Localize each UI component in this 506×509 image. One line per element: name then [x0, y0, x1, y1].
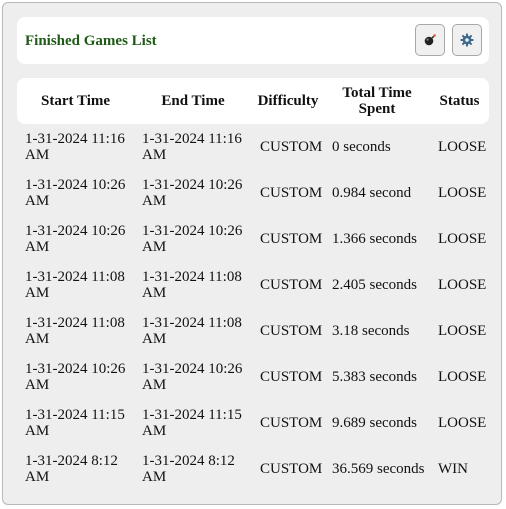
- difficulty-cell: CUSTOM: [260, 139, 323, 155]
- total-time-cell: 0 seconds: [332, 139, 391, 155]
- status-cell: LOOSE: [438, 323, 487, 339]
- column-header-status: Status: [439, 93, 480, 109]
- start-time-cell: 1-31-2024 11:15 AM: [25, 407, 125, 439]
- start-time-cell: 1-31-2024 10:26 AM: [25, 223, 126, 255]
- table-row: 1-31-2024 11:08 AM 1-31-2024 11:08 AM CU…: [17, 262, 489, 308]
- column-header-total-time: Total Time Spent: [342, 85, 412, 117]
- table-row: 1-31-2024 8:12 AM 1-31-2024 8:12 AM CUST…: [17, 446, 489, 492]
- end-time-cell: 1-31-2024 10:26 AM: [142, 361, 243, 393]
- status-cell: LOOSE: [438, 185, 487, 201]
- status-cell: LOOSE: [438, 415, 487, 431]
- finished-games-panel: Finished Games List Start Time End Time …: [2, 2, 502, 505]
- end-time-cell: 1-31-2024 11:08 AM: [142, 315, 242, 347]
- bomb-button[interactable]: [415, 24, 445, 56]
- end-time-cell: 1-31-2024 10:26 AM: [142, 223, 243, 255]
- table-row: 1-31-2024 10:26 AM 1-31-2024 10:26 AM CU…: [17, 170, 489, 216]
- total-time-cell: 9.689 seconds: [332, 415, 417, 431]
- total-time-cell: 36.569 seconds: [332, 461, 425, 477]
- status-cell: WIN: [438, 461, 468, 477]
- table-row: 1-31-2024 11:16 AM 1-31-2024 11:16 AM CU…: [17, 124, 489, 170]
- column-header-difficulty: Difficulty: [257, 93, 319, 109]
- status-cell: LOOSE: [438, 139, 487, 155]
- status-cell: LOOSE: [438, 369, 487, 385]
- status-cell: LOOSE: [438, 277, 487, 293]
- total-time-cell: 3.18 seconds: [332, 323, 410, 339]
- column-header-start-time: Start Time: [40, 93, 111, 109]
- bomb-icon: [424, 34, 436, 46]
- difficulty-cell: CUSTOM: [260, 323, 323, 339]
- start-time-cell: 1-31-2024 11:16 AM: [25, 131, 125, 163]
- table-row: 1-31-2024 10:26 AM 1-31-2024 10:26 AM CU…: [17, 216, 489, 262]
- end-time-cell: 1-31-2024 8:12 AM: [142, 453, 235, 485]
- settings-button[interactable]: [452, 24, 482, 56]
- start-time-cell: 1-31-2024 8:12 AM: [25, 453, 118, 485]
- start-time-cell: 1-31-2024 11:08 AM: [25, 315, 125, 347]
- column-header-end-time: End Time: [161, 93, 225, 109]
- table-row: 1-31-2024 11:08 AM 1-31-2024 11:08 AM CU…: [17, 308, 489, 354]
- header-bar: Finished Games List: [17, 17, 489, 64]
- page-title: Finished Games List: [25, 33, 157, 49]
- end-time-cell: 1-31-2024 10:26 AM: [142, 177, 243, 209]
- start-time-cell: 1-31-2024 10:26 AM: [25, 361, 126, 393]
- difficulty-cell: CUSTOM: [260, 461, 323, 477]
- games-table: Start Time End Time Difficulty Total Tim…: [17, 78, 489, 492]
- difficulty-cell: CUSTOM: [260, 231, 323, 247]
- total-time-cell: 5.383 seconds: [332, 369, 417, 385]
- gear-icon: [460, 33, 474, 47]
- difficulty-cell: CUSTOM: [260, 415, 323, 431]
- start-time-cell: 1-31-2024 10:26 AM: [25, 177, 126, 209]
- end-time-cell: 1-31-2024 11:16 AM: [142, 131, 242, 163]
- start-time-cell: 1-31-2024 11:08 AM: [25, 269, 125, 301]
- total-time-cell: 2.405 seconds: [332, 277, 417, 293]
- total-time-cell: 1.366 seconds: [332, 231, 417, 247]
- end-time-cell: 1-31-2024 11:15 AM: [142, 407, 242, 439]
- end-time-cell: 1-31-2024 11:08 AM: [142, 269, 242, 301]
- difficulty-cell: CUSTOM: [260, 185, 323, 201]
- table-header-row: Start Time End Time Difficulty Total Tim…: [17, 78, 489, 124]
- difficulty-cell: CUSTOM: [260, 277, 323, 293]
- difficulty-cell: CUSTOM: [260, 369, 323, 385]
- status-cell: LOOSE: [438, 231, 487, 247]
- table-row: 1-31-2024 11:15 AM 1-31-2024 11:15 AM CU…: [17, 400, 489, 446]
- total-time-cell: 0.984 second: [332, 185, 412, 201]
- table-row: 1-31-2024 10:26 AM 1-31-2024 10:26 AM CU…: [17, 354, 489, 400]
